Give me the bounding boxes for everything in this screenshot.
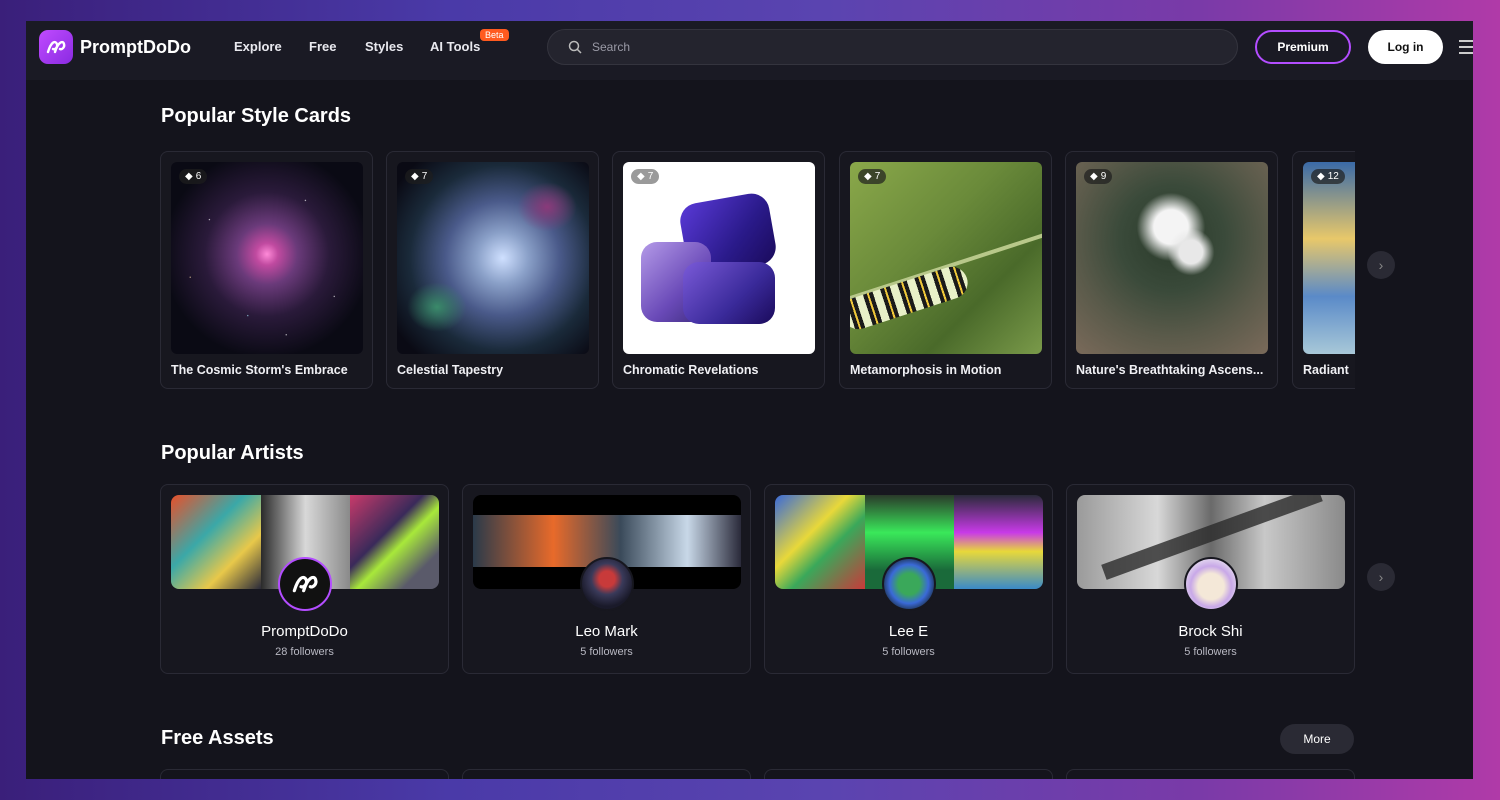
layers-icon: ◆: [864, 171, 872, 182]
style-card[interactable]: ◆ 6 The Cosmic Storm's Embrace: [160, 151, 373, 389]
style-card-title: Celestial Tapestry: [397, 363, 504, 377]
style-card-image: ◆ 7: [623, 162, 815, 354]
style-cards-row: ◆ 6 The Cosmic Storm's Embrace ◆ 7 Celesti…: [160, 151, 1355, 389]
layers-badge: ◆ 12: [1311, 169, 1345, 184]
login-button[interactable]: Log in: [1368, 30, 1443, 64]
style-card[interactable]: ◆ 7 Chromatic Revelations: [612, 151, 825, 389]
search-bar[interactable]: [547, 29, 1238, 65]
nav-explore[interactable]: Explore: [234, 39, 282, 54]
artist-name: Leo Mark: [575, 623, 638, 640]
layers-icon: ◆: [1090, 171, 1098, 182]
avatar: [882, 557, 936, 611]
style-card-title: Metamorphosis in Motion: [850, 363, 1002, 377]
artist-card[interactable]: Lee E 5 followers: [764, 484, 1053, 674]
beta-badge: Beta: [480, 29, 509, 41]
menu-icon[interactable]: [1459, 40, 1473, 58]
layers-icon: ◆: [1317, 171, 1325, 182]
avatar: [278, 557, 332, 611]
more-button[interactable]: More: [1280, 724, 1354, 754]
style-card-image: ◆ 6: [171, 162, 363, 354]
layers-icon: ◆: [411, 171, 419, 182]
artist-card[interactable]: Leo Mark 5 followers: [462, 484, 751, 674]
asset-card[interactable]: [160, 769, 449, 779]
free-assets-title: Free Assets: [161, 727, 274, 749]
top-nav: PromptDoDo Explore Free Styles AI Tools …: [26, 21, 1473, 80]
style-card-title: Radiant: [1303, 363, 1349, 377]
app-window: PromptDoDo Explore Free Styles AI Tools …: [26, 21, 1473, 779]
style-card[interactable]: ◆ 7 Celestial Tapestry: [386, 151, 599, 389]
brand-name[interactable]: PromptDoDo: [80, 37, 191, 58]
nav-ai-tools[interactable]: AI Tools: [430, 39, 480, 54]
artists-title: Popular Artists: [161, 442, 304, 464]
style-card[interactable]: ◆ 7 Metamorphosis in Motion: [839, 151, 1052, 389]
nav-free[interactable]: Free: [309, 39, 336, 54]
artist-followers: 5 followers: [1184, 646, 1237, 658]
layers-icon: ◆: [185, 171, 193, 182]
artist-followers: 28 followers: [275, 646, 334, 658]
layers-badge: ◆ 7: [405, 169, 434, 184]
artist-name: Brock Shi: [1178, 623, 1243, 640]
style-card[interactable]: ◆ 9 Nature's Breathtaking Ascens...: [1065, 151, 1278, 389]
artist-card[interactable]: PromptDoDo 28 followers: [160, 484, 449, 674]
layers-badge: ◆ 9: [1084, 169, 1113, 184]
artist-card[interactable]: Brock Shi 5 followers: [1066, 484, 1355, 674]
style-cards-title: Popular Style Cards: [161, 105, 352, 127]
asset-card[interactable]: [462, 769, 751, 779]
style-card-title: The Cosmic Storm's Embrace: [171, 363, 348, 377]
style-card[interactable]: ◆ 12 Radiant: [1292, 151, 1355, 389]
avatar: [1184, 557, 1238, 611]
layers-badge: ◆ 6: [179, 169, 208, 184]
style-cards-next-button[interactable]: ›: [1367, 251, 1395, 279]
nav-styles[interactable]: Styles: [365, 39, 403, 54]
chevron-right-icon: ›: [1378, 257, 1384, 273]
avatar: [580, 557, 634, 611]
artist-followers: 5 followers: [882, 646, 935, 658]
style-card-image: ◆ 9: [1076, 162, 1268, 354]
layers-badge: ◆ 7: [858, 169, 887, 184]
artist-followers: 5 followers: [580, 646, 633, 658]
style-card-title: Nature's Breathtaking Ascens...: [1076, 363, 1264, 377]
layers-icon: ◆: [637, 171, 645, 182]
logo-icon[interactable]: [39, 30, 73, 64]
style-card-image: ◆ 12: [1303, 162, 1355, 354]
asset-card[interactable]: [1066, 769, 1355, 779]
style-card-image: ◆ 7: [397, 162, 589, 354]
premium-button[interactable]: Premium: [1255, 30, 1351, 64]
search-icon: [568, 40, 582, 54]
layers-badge: ◆ 7: [631, 169, 660, 184]
style-card-title: Chromatic Revelations: [623, 363, 759, 377]
artist-name: Lee E: [888, 623, 929, 640]
style-card-image: ◆ 7: [850, 162, 1042, 354]
artist-name: PromptDoDo: [261, 623, 348, 640]
artists-next-button[interactable]: ›: [1367, 563, 1395, 591]
chevron-right-icon: ›: [1378, 569, 1384, 585]
search-input[interactable]: [592, 40, 1192, 54]
asset-card[interactable]: [764, 769, 1053, 779]
